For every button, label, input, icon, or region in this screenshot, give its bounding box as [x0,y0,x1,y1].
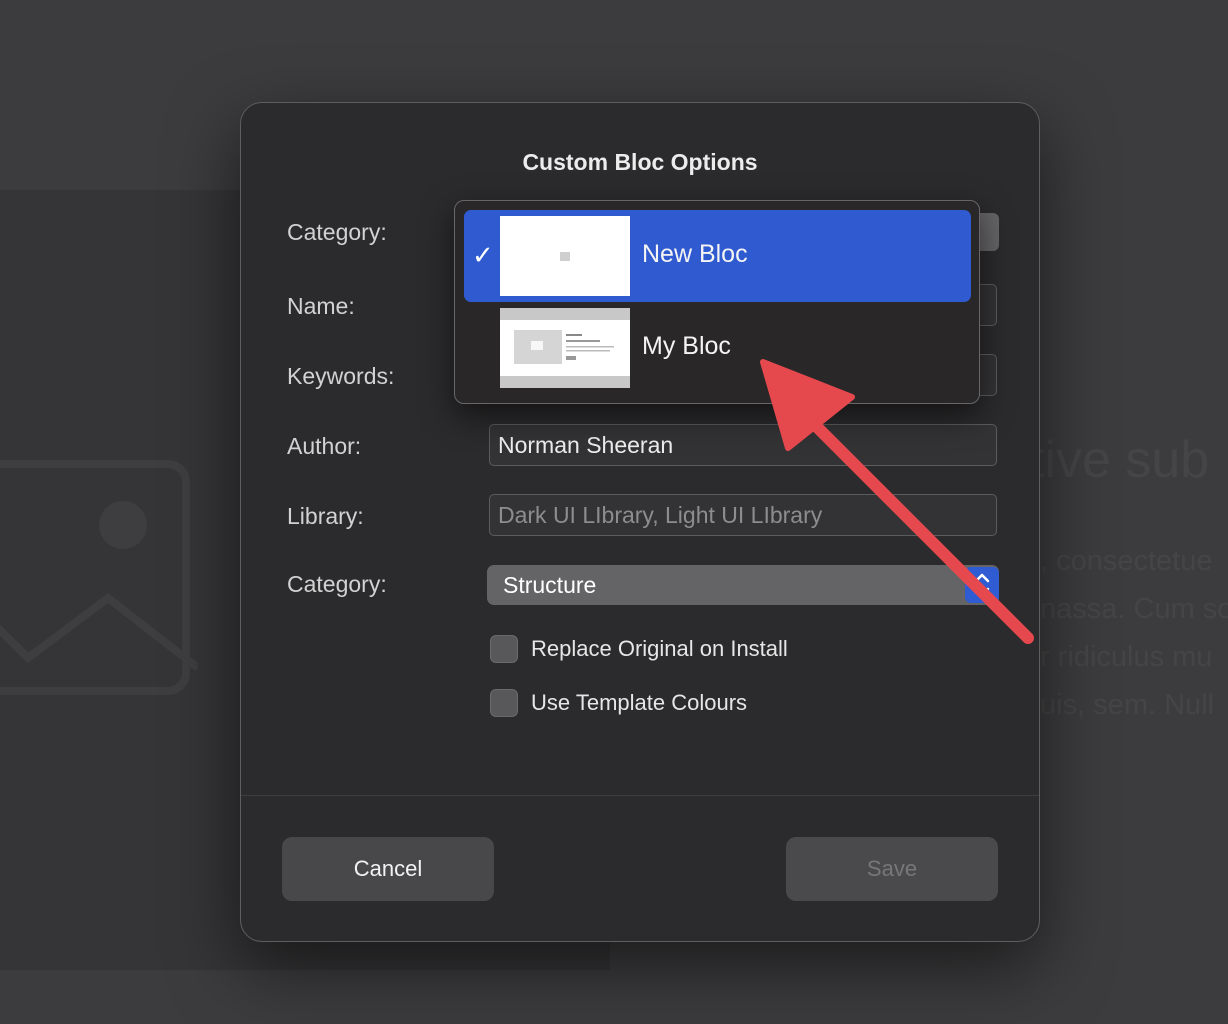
save-button[interactable]: Save [786,837,998,901]
replace-original-checkbox[interactable] [490,635,518,663]
dialog-title: Custom Bloc Options [522,149,758,175]
name-label: Name: [287,293,355,319]
library-field[interactable]: Dark UI LIbrary, Light UI LIbrary [489,494,997,536]
author-field[interactable]: Norman Sheeran [489,424,997,466]
category-select[interactable]: Structure [487,565,999,605]
category-top-label: Category: [287,219,387,245]
use-template-colours-checkbox[interactable] [490,689,518,717]
cancel-button[interactable]: Cancel [282,837,494,901]
background-text-line: nassa. Cum so [1040,593,1228,625]
category-select-value: Structure [503,572,597,598]
background-text-line: uis, sem. Null [1040,689,1215,721]
my-bloc-thumbnail [500,308,630,388]
bloc-dropdown-menu: ✓ New Bloc My Bloc [454,200,980,404]
menu-item-new-bloc[interactable]: ✓ New Bloc [464,210,971,302]
menu-item-my-bloc[interactable]: My Bloc [464,302,971,394]
image-placeholder-icon [0,460,198,695]
menu-item-label: New Bloc [642,240,748,268]
background-text-line: r ridiculus mu [1040,641,1213,673]
replace-original-label: Replace Original on Install [531,636,788,661]
background-text-line: , consectetue [1040,545,1213,577]
chevron-updown-icon [965,567,999,603]
library-label: Library: [287,503,364,529]
footer-divider [241,795,1039,796]
background-heading: tive sub [1030,431,1210,489]
author-label: Author: [287,433,362,459]
menu-item-label: My Bloc [642,332,731,360]
checkmark-icon: ✓ [472,240,494,270]
category-label: Category: [287,571,387,597]
keywords-label: Keywords: [287,363,395,389]
new-bloc-thumbnail [500,216,630,296]
use-template-colours-label: Use Template Colours [531,690,748,715]
